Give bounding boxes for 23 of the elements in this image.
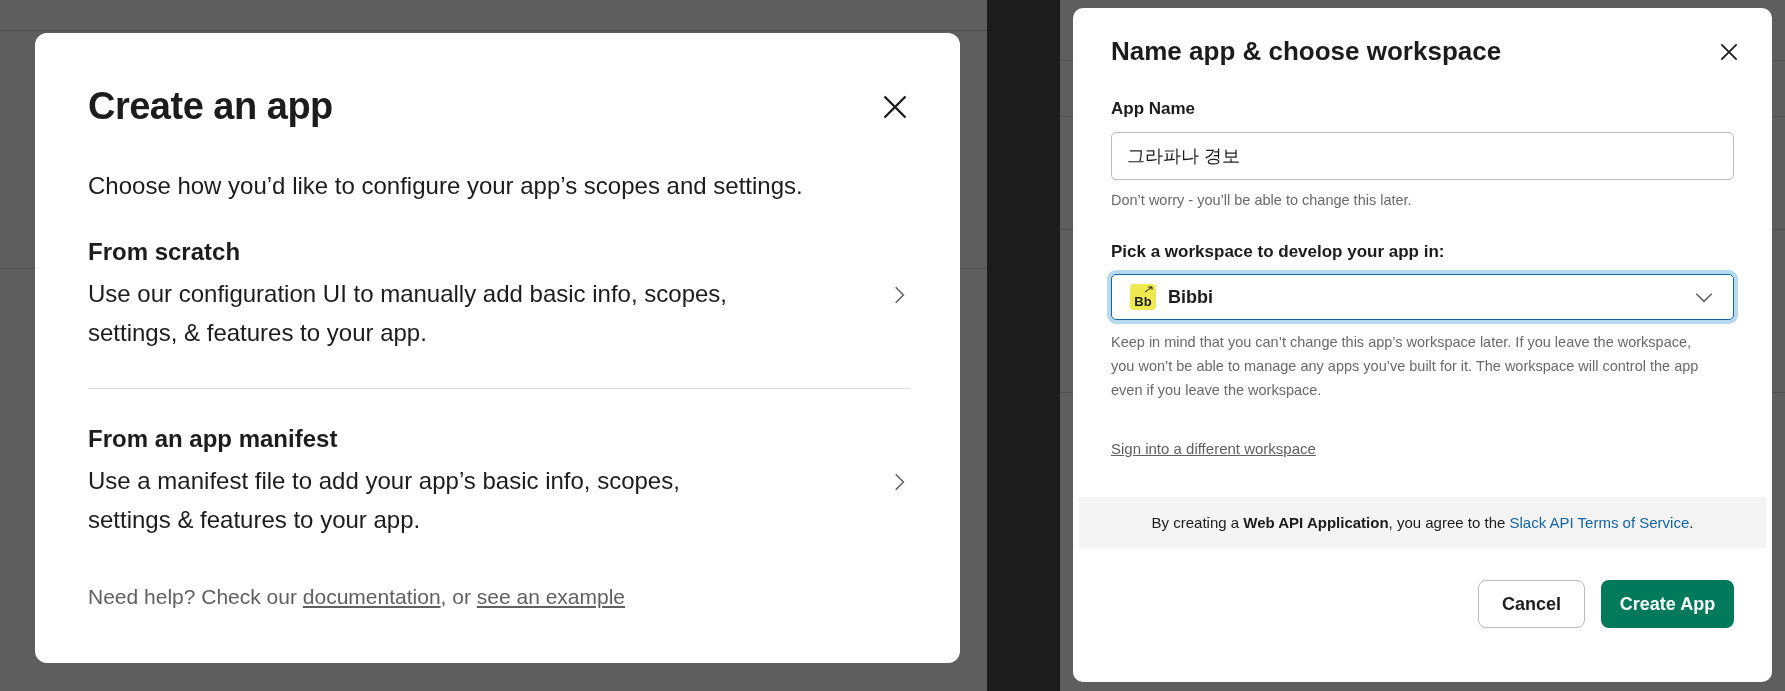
option-description: Use a manifest file to add your app’s basic info, scopes, settings & features to your app.: [88, 466, 681, 535]
field-label: Pick a workspace to develop your app in:: [1111, 242, 1446, 262]
dialog-title: Name app & choose workspace: [1111, 36, 1502, 67]
field-label: App Name: [1111, 99, 1197, 119]
help-link[interactable]: documentation: [302, 585, 441, 608]
option-description: Use our configuration UI to manually add basic info, scopes, settings, & features to your app.: [88, 279, 728, 348]
terms-notice: By creating a Web API Application, you agree to the Slack API Terms of Service.: [1079, 497, 1766, 548]
option-row[interactable]: From scratch Use our configuration UI to manually add basic info, scopes, settings, & features to your app.: [88, 200, 910, 389]
option-title: From scratch: [88, 238, 242, 266]
field-hint: Keep in mind that you can’t change this app’s workspace later. If you leave the workspace, you won’t be able to manage any apps you’ve built for it. The workspace will control the app even if you leave the workspace.: [1111, 333, 1700, 400]
terms-link[interactable]: Slack API Terms of Service: [1509, 514, 1690, 531]
workspace-logo: Bb: [1130, 284, 1156, 310]
cancel-button[interactable]: Cancel: [1478, 580, 1585, 628]
dialog-title: Create an app: [88, 85, 333, 128]
help-link[interactable]: see an example: [476, 585, 626, 608]
sign-in-link[interactable]: Sign into a different workspace: [1111, 440, 1316, 457]
help-text: Need help? Check our documentation, or see an example: [88, 585, 627, 609]
app-name-field[interactable]: 그라파나 경보: [1111, 132, 1734, 180]
field-hint: Don’t worry - you’ll be able to change this later.: [1111, 191, 1413, 210]
create-button[interactable]: Create App: [1601, 580, 1734, 628]
option-title: From an app manifest: [88, 425, 339, 453]
dialog-intro: Choose how you’d like to configure your app’s scopes and settings.: [88, 172, 804, 200]
option-row[interactable]: From an app manifest Use a manifest file to add your app’s basic info, scopes, settings & features to your app.: [88, 389, 910, 577]
